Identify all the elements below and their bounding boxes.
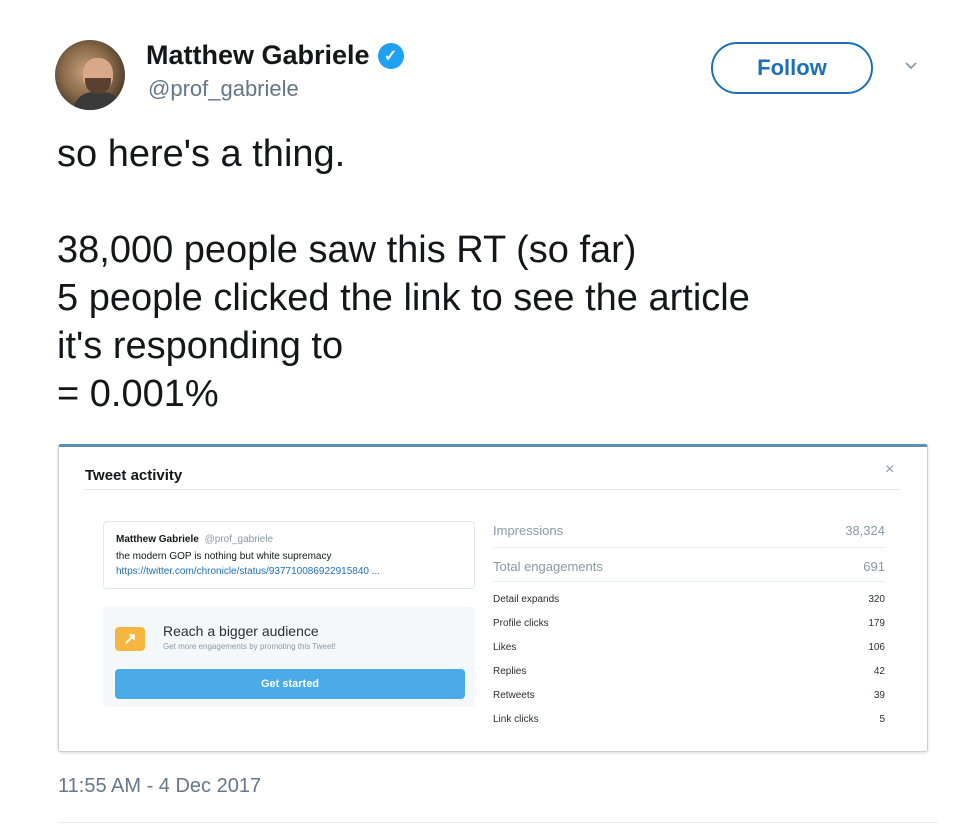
metric-label: Likes <box>493 642 517 653</box>
promote-panel: ↗ Reach a bigger audience Get more engag… <box>103 607 475 707</box>
chevron-down-icon[interactable] <box>905 60 917 72</box>
metric-label: Profile clicks <box>493 618 549 629</box>
card-divider <box>85 489 900 490</box>
embedded-author-handle: @prof_gabriele <box>204 534 274 545</box>
metric-value: 179 <box>868 618 885 629</box>
embedded-tweet-text: the modern GOP is nothing but white supr… <box>116 551 332 562</box>
metric-label: Link clicks <box>493 714 539 725</box>
embedded-author-name: Matthew Gabriele <box>116 534 199 545</box>
metric-value: 39 <box>873 690 885 701</box>
tweet-activity-card: Tweet activity × Matthew Gabriele @prof_… <box>58 444 928 752</box>
metric-value: 691 <box>863 559 885 574</box>
author-name-row: Matthew Gabriele ✓ <box>146 40 404 71</box>
embedded-tweet-header: Matthew Gabriele @prof_gabriele <box>116 534 273 545</box>
metric-value: 106 <box>868 642 885 653</box>
get-started-button[interactable]: Get started <box>115 669 465 699</box>
author-handle[interactable]: @prof_gabriele <box>148 76 299 102</box>
verified-badge-icon: ✓ <box>377 42 404 69</box>
metric-value: 5 <box>879 714 885 725</box>
metric-label: Total engagements <box>493 559 603 574</box>
metric-divider <box>493 547 885 548</box>
card-title: Tweet activity <box>85 467 183 484</box>
metric-label: Retweets <box>493 690 535 701</box>
close-icon[interactable]: × <box>885 461 894 479</box>
metric-label: Impressions <box>493 523 564 538</box>
tweet-text: so here's a thing. 38,000 people saw thi… <box>57 133 750 415</box>
metric-label: Replies <box>493 666 527 677</box>
embedded-tweet[interactable]: Matthew Gabriele @prof_gabriele the mode… <box>103 521 475 589</box>
promo-title: Reach a bigger audience <box>163 623 319 639</box>
follow-button[interactable]: Follow <box>711 42 873 94</box>
metric-label: Detail expands <box>493 594 560 605</box>
bottom-divider <box>58 822 938 823</box>
avatar[interactable] <box>55 40 125 110</box>
avatar-shirt <box>73 92 123 110</box>
promote-arrow-icon: ↗ <box>115 627 145 651</box>
tweet-timestamp[interactable]: 11:55 AM - 4 Dec 2017 <box>58 775 261 798</box>
author-name[interactable]: Matthew Gabriele <box>146 40 370 71</box>
metric-divider <box>493 581 885 582</box>
metric-value: 38,324 <box>845 523 885 538</box>
embedded-tweet-link[interactable]: https://twitter.com/chronicle/status/937… <box>116 566 380 577</box>
metric-value: 42 <box>873 666 885 677</box>
promo-subtitle: Get more engagements by promoting this T… <box>163 642 336 651</box>
metric-value: 320 <box>868 594 885 605</box>
